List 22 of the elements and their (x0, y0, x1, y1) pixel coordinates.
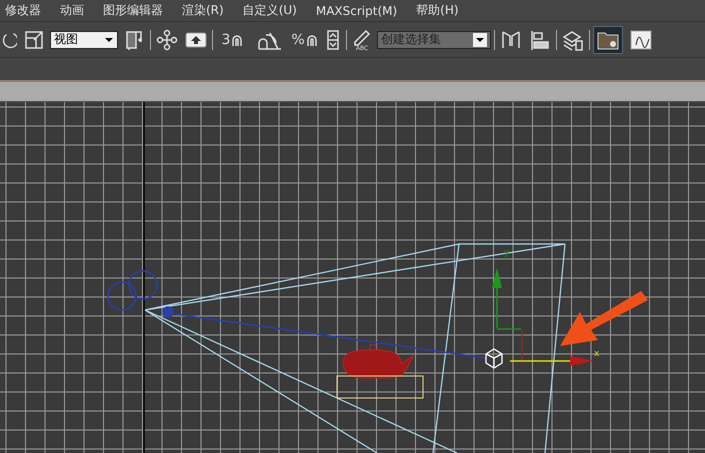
percent-snap-toggle[interactable]: % (290, 26, 320, 54)
menu-item[interactable]: 修改器 (5, 2, 41, 20)
snap-label: 3 (222, 32, 230, 47)
menu-item[interactable]: 图形编辑器 (103, 2, 163, 20)
nodes-icon (156, 28, 178, 51)
align-icon (529, 28, 551, 51)
view-dropdown[interactable]: 视图 (50, 30, 118, 49)
scale-icon (23, 28, 45, 51)
menu-item[interactable]: 动画 (60, 2, 84, 20)
graph-icon (629, 28, 653, 52)
menu-item[interactable]: MAXScript(M) (316, 4, 398, 18)
mirror-icon (500, 28, 522, 51)
menu-item[interactable]: 帮助(H) (416, 2, 459, 20)
snap-label: % (291, 32, 305, 47)
scene-explorer-button[interactable] (593, 26, 623, 54)
menu-item[interactable]: 渲染(R) (182, 2, 224, 20)
axis-label: x (594, 349, 600, 360)
menu-item[interactable]: 自定义(U) (242, 2, 297, 20)
layers-icon (562, 28, 584, 51)
spinner-icon (325, 28, 341, 51)
snap-toggle[interactable]: 3 (216, 26, 250, 54)
pencil-icon (352, 28, 372, 46)
